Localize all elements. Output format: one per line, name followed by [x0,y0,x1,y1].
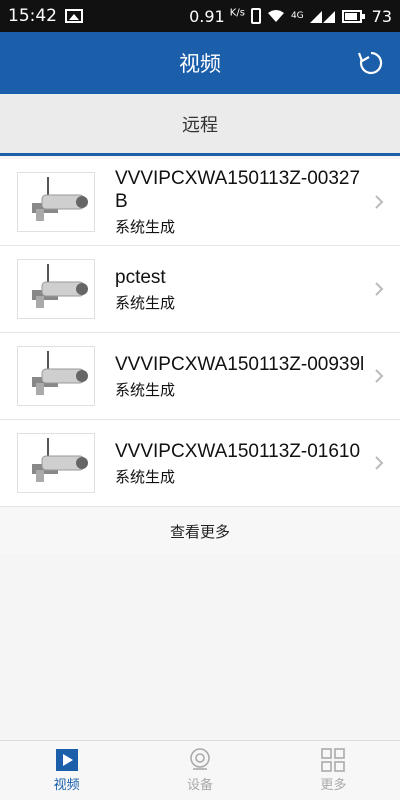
device-subtitle: 系统生成 [115,293,176,312]
chevron-right-icon [375,456,384,470]
status-time: 15:42 [8,6,57,26]
device-subtitle: 系统生成 [115,218,176,236]
camera-thumbnail [17,172,95,232]
device-name: VVVIPCXWA150113Z-00939l [115,353,365,375]
tab-devices[interactable]: 设备 [133,741,266,800]
remote-section-header[interactable]: 远程 [0,94,400,156]
tab-label: 设备 [186,778,213,793]
camera-thumbnail [17,259,95,319]
grid-icon [321,748,346,772]
device-subtitle: 系统生成 [115,380,176,399]
chevron-right-icon [375,369,384,383]
device-row[interactable]: VVVIPCXWA150113Z-00939l 系统生成 [0,333,400,420]
signal-icon [309,11,335,23]
wifi-icon [267,10,284,22]
tab-label: 更多 [320,778,347,793]
device-row[interactable]: VVVIPCXWA150113Z-00327B 系统生成 [0,159,400,246]
device-name: VVVIPCXWA150113Z-00327B [115,168,361,212]
tab-video[interactable]: 视频 [0,741,133,800]
play-icon [55,749,78,771]
camera-thumbnail [17,433,95,493]
header-bar: 视频 [0,32,400,94]
device-list: VVVIPCXWA150113Z-00327B 系统生成 pctest 系统生成 [0,159,400,507]
device-name: pctest [115,266,166,288]
device-row[interactable]: VVVIPCXWA150113Z-01610 系统生成 [0,420,400,507]
device-subtitle: 系统生成 [115,467,176,486]
bottom-tab-bar: 视频 设备 更多 [0,740,400,800]
image-icon [65,9,83,23]
device-row[interactable]: pctest 系统生成 [0,246,400,333]
status-bar: 15:42 0.91 K/s 4G 73 [0,0,400,32]
refresh-icon [357,51,383,75]
camera-thumbnail [17,346,95,406]
network-type: 4G [290,11,304,21]
chevron-right-icon [375,282,384,296]
battery-icon [341,9,365,23]
device-name: VVVIPCXWA150113Z-01610 [115,440,361,462]
section-label: 远程 [182,114,218,136]
tab-more[interactable]: 更多 [267,741,400,800]
tab-label: 视频 [53,778,80,793]
refresh-button[interactable] [356,48,386,78]
camera-icon [190,748,210,770]
battery-level: 73 [371,6,392,26]
vibrate-icon [250,8,261,24]
chevron-right-icon [375,195,384,209]
load-more-button[interactable]: 查看更多 [0,508,400,554]
page-title: 视频 [179,52,221,76]
data-speed: 0.91 K/s [189,6,245,26]
